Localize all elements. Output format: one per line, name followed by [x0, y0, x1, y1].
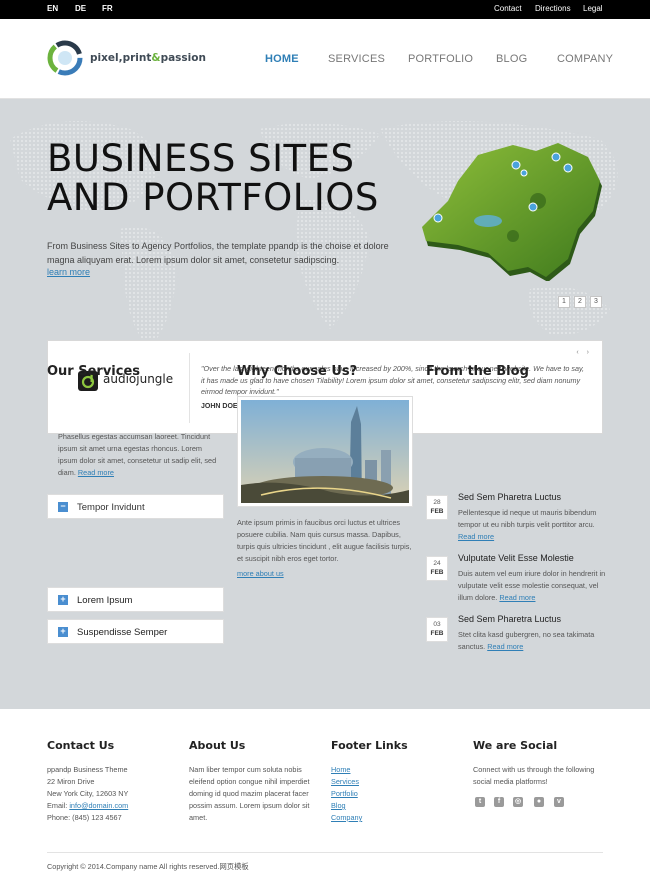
brand-name-part1: pixel,print	[90, 52, 152, 64]
contact-phone: Phone: (845) 123 4567	[47, 813, 122, 822]
directions-link[interactable]: Directions	[535, 4, 571, 13]
nav-portfolio[interactable]: PORTFOLIO	[408, 53, 473, 65]
footer-link-portfolio[interactable]: Portfolio	[331, 788, 441, 800]
blog-date-month: FEB	[430, 569, 444, 576]
why-title: Why Choose Us?	[237, 364, 358, 379]
blog-date-month: FEB	[430, 508, 444, 515]
contact-link[interactable]: Contact	[494, 4, 522, 13]
slider-page-1[interactable]: 1	[558, 296, 570, 308]
vimeo-icon[interactable]: v	[554, 797, 564, 807]
dribbble-icon[interactable]: ◎	[513, 797, 523, 807]
footer-about-text: Nam liber tempor cum soluta nobis eleife…	[189, 765, 310, 822]
blog-read-more-link[interactable]: Read more	[499, 593, 535, 602]
footer-about-title: About Us	[189, 739, 246, 752]
footer-social-text: Connect with us through the following so…	[473, 765, 595, 786]
brand-name[interactable]: pixel,print&passion	[90, 52, 206, 64]
footer-links-title: Footer Links	[331, 739, 408, 752]
nav-company[interactable]: COMPANY	[557, 53, 613, 65]
footer-link-services[interactable]: Services	[331, 776, 441, 788]
blog-title: From the Blog	[426, 364, 529, 379]
testimonial-nav-arrows[interactable]: ‹ ›	[576, 349, 592, 356]
hero-description: From Business Sites to Agency Portfolios…	[47, 241, 389, 265]
top-bar: EN DE FR Contact Directions Legal	[0, 0, 650, 19]
plus-icon: +	[58, 627, 68, 637]
footer-link-blog[interactable]: Blog	[331, 800, 441, 812]
blog-date-badge: 28 FEB	[426, 495, 448, 520]
slider-page-3[interactable]: 3	[590, 296, 602, 308]
nav-services[interactable]: SERVICES	[328, 53, 385, 65]
blog-date-day: 03	[433, 621, 441, 628]
blog-date-day: 28	[433, 499, 441, 506]
blog-excerpt-text: Stet clita kasd gubergren, no sea takima…	[458, 630, 595, 651]
contact-company: ppandp Business Theme	[47, 765, 128, 774]
contact-email-row: Email: info@domain.com	[47, 800, 177, 812]
footer-divider	[47, 852, 603, 853]
facebook-icon[interactable]: f	[494, 797, 504, 807]
logo-icon[interactable]	[47, 40, 83, 76]
twitter-icon[interactable]: t	[475, 797, 485, 807]
accordion-label: Lorem Ipsum	[77, 595, 133, 606]
brand-name-part2: passion	[160, 52, 206, 64]
service-accordion-content: Phasellus egestas accumsan laoreet. Tinc…	[58, 431, 223, 479]
services-title: Our Services	[47, 364, 141, 379]
lang-de-link[interactable]: DE	[75, 4, 86, 13]
service-accordion-lorem-ipsum[interactable]: + Lorem Ipsum	[47, 587, 224, 612]
service-accordion-suspendisse-semper[interactable]: + Suspendisse Semper	[47, 619, 224, 644]
blog-post-title[interactable]: Vulputate Velit Esse Molestie	[458, 553, 574, 563]
flickr-icon[interactable]: ●	[534, 797, 544, 807]
testimonial-author: JOHN DOE	[201, 403, 238, 410]
lang-fr-link[interactable]: FR	[102, 4, 113, 13]
testimonial-divider	[189, 353, 190, 423]
blog-read-more-link[interactable]: Read more	[458, 532, 494, 541]
site-header: pixel,print&passion HOME SERVICES PORTFO…	[0, 19, 650, 99]
slider-page-2[interactable]: 2	[574, 296, 586, 308]
city-illustration	[241, 400, 409, 503]
footer-links-list: Home Services Portfolio Blog Company	[331, 764, 441, 824]
accordion-label: Tempor Invidunt	[77, 502, 145, 513]
hero-title-line2: AND PORTFOLIOS	[47, 176, 379, 219]
lang-en-link[interactable]: EN	[47, 4, 58, 13]
blog-excerpt-text: Pellentesque id neque ut mauris bibendum…	[458, 508, 597, 529]
hero-title-line1: BUSINESS SITES	[47, 137, 355, 180]
site-footer: Contact Us ppandp Business Theme 22 Miro…	[0, 709, 650, 893]
hero-title: BUSINESS SITES AND PORTFOLIOS	[47, 139, 379, 217]
footer-link-company[interactable]: Company	[331, 812, 441, 824]
blog-date-badge: 24 FEB	[426, 556, 448, 581]
blog-post-title[interactable]: Sed Sem Pharetra Luctus	[458, 492, 561, 502]
why-description: Ante ipsum primis in faucibus orci luctu…	[237, 518, 412, 563]
service-read-more-link[interactable]: Read more	[78, 468, 114, 477]
nav-blog[interactable]: BLOG	[496, 53, 527, 65]
blog-date-month: FEB	[430, 630, 444, 637]
blog-read-more-link[interactable]: Read more	[487, 642, 523, 651]
city-buildings-image	[237, 396, 413, 507]
brand-ampersand: &	[151, 52, 161, 64]
blog-date-badge: 03 FEB	[426, 617, 448, 642]
minus-icon: −	[58, 502, 68, 512]
contact-street: 22 Miron Drive	[47, 777, 95, 786]
blog-date-day: 24	[433, 560, 441, 567]
contact-email-link[interactable]: info@domain.com	[69, 801, 128, 810]
hero-learn-more-link[interactable]: learn more	[47, 267, 90, 277]
blog-post-excerpt: Duis autem vel eum iriure dolor in hendr…	[458, 568, 606, 604]
nav-home[interactable]: HOME	[265, 53, 299, 65]
contact-city: New York City, 12603 NY	[47, 789, 129, 798]
legal-link[interactable]: Legal	[583, 4, 603, 13]
blog-post-excerpt: Pellentesque id neque ut mauris bibendum…	[458, 507, 606, 543]
blog-post-title[interactable]: Sed Sem Pharetra Luctus	[458, 614, 561, 624]
accordion-label: Suspendisse Semper	[77, 627, 168, 638]
contact-email-label: Email:	[47, 801, 68, 810]
germany-map-illustration	[422, 143, 602, 281]
footer-social-title: We are Social	[473, 739, 558, 752]
footer-link-home[interactable]: Home	[331, 764, 441, 776]
copyright-text: Copyright © 2014.Company name All rights…	[47, 862, 249, 871]
footer-contact-info: ppandp Business Theme 22 Miron Drive New…	[47, 764, 177, 824]
service-accordion-tempor-invidunt[interactable]: − Tempor Invidunt	[47, 494, 224, 519]
blog-post-excerpt: Stet clita kasd gubergren, no sea takima…	[458, 629, 606, 653]
footer-contact-title: Contact Us	[47, 739, 115, 752]
more-about-us-link[interactable]: more about us	[237, 569, 284, 578]
plus-icon: +	[58, 595, 68, 605]
